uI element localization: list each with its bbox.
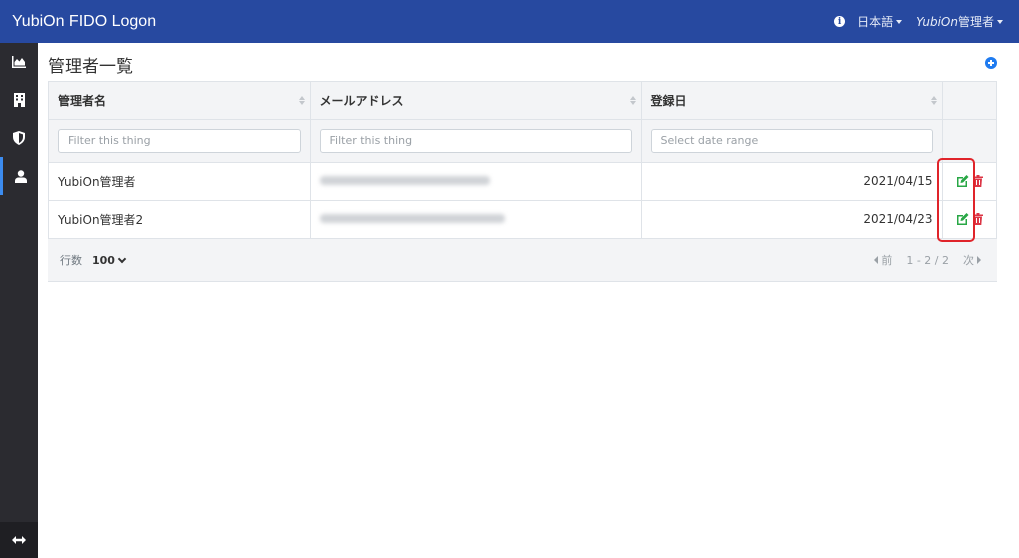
top-navbar: YubiOn FIDO Logon i 日本語 YubiOn 管理者: [0, 0, 1019, 43]
next-page-icon[interactable]: [977, 256, 981, 264]
info-icon[interactable]: i: [834, 16, 846, 27]
table-footer: 行数 100 前 1 - 2 / 2 次: [48, 238, 997, 281]
column-header-email-label: メールアドレス: [319, 93, 404, 108]
sidebar-toggle[interactable]: [0, 522, 38, 558]
email-filter-input[interactable]: [319, 128, 632, 153]
brand-title[interactable]: YubiOn FIDO Logon: [0, 13, 834, 31]
chevron-down-icon: [117, 254, 127, 263]
sidebar-item-admins[interactable]: [0, 157, 38, 195]
shield-icon: [13, 131, 25, 145]
table-row: YubiOn管理者 2021/04/15: [49, 162, 996, 201]
name-filter-input[interactable]: [58, 128, 301, 153]
sidebar-item-security[interactable]: [0, 119, 38, 157]
page-range: 1 - 2 / 2: [906, 253, 949, 267]
column-header-name[interactable]: 管理者名: [49, 82, 311, 120]
rows-per-page-label: 行数: [60, 254, 82, 267]
admin-email-cell: [310, 162, 642, 201]
column-header-email[interactable]: メールアドレス: [310, 82, 642, 120]
add-admin-icon[interactable]: [985, 57, 997, 69]
rows-per-page-value: 100: [92, 253, 115, 267]
prev-page-button[interactable]: 前: [881, 252, 892, 268]
user-name-prefix: YubiOn: [916, 14, 958, 29]
redacted-email: [319, 176, 490, 185]
caret-down-icon: [896, 19, 903, 24]
column-header-date[interactable]: 登録日: [641, 82, 943, 120]
chart-area-icon: [12, 56, 26, 68]
column-header-name-label: 管理者名: [58, 93, 107, 108]
filter-cell-email: [310, 119, 642, 163]
language-dropdown[interactable]: 日本語: [857, 13, 903, 30]
admin-name-cell: YubiOn管理者2: [49, 200, 311, 239]
sort-icon: [298, 96, 305, 106]
admin-email-cell: [310, 200, 642, 239]
page-title: 管理者一覧: [48, 57, 133, 77]
sort-icon: [629, 96, 636, 106]
admin-name-cell: YubiOn管理者: [49, 162, 311, 201]
redacted-email: [319, 214, 505, 223]
caret-down-icon: [997, 19, 1003, 24]
sidebar-item-organization[interactable]: [0, 81, 38, 119]
admin-date-cell: 2021/04/15: [641, 162, 943, 201]
rows-per-page-select[interactable]: 100: [92, 253, 127, 267]
building-icon: [13, 93, 25, 107]
admin-table: 管理者名 メールアドレス 登録日 Filter this thing Filte…: [49, 82, 996, 239]
column-header-date-label: 登録日: [650, 93, 687, 108]
pagination: 前 1 - 2 / 2 次: [874, 252, 981, 268]
language-label: 日本語: [857, 15, 894, 29]
filter-cell-date: [641, 119, 943, 163]
prev-page-icon[interactable]: [874, 256, 879, 264]
sort-icon: [930, 96, 937, 106]
navbar-right: i 日本語 YubiOn 管理者: [834, 13, 1019, 30]
user-icon: [14, 169, 27, 183]
filter-cell-name: [49, 119, 311, 163]
date-range-input[interactable]: [650, 128, 933, 153]
user-name-suffix: 管理者: [957, 15, 994, 29]
next-page-button[interactable]: 次: [963, 252, 974, 268]
filter-cell-actions: [942, 119, 996, 163]
arrows-horizontal-icon: [12, 536, 26, 544]
table-row: YubiOn管理者2 2021/04/23: [49, 200, 996, 239]
main-content: 管理者一覧 管理者名 メールアドレス 登録日 Filter this thing…: [38, 43, 1019, 558]
sidebar: [0, 43, 38, 558]
actions-highlight-box: [937, 158, 975, 242]
sidebar-item-dashboard[interactable]: [0, 43, 38, 81]
user-dropdown[interactable]: YubiOn 管理者: [916, 13, 1003, 30]
column-header-actions: [942, 82, 996, 120]
admin-date-cell: 2021/04/23: [641, 200, 943, 239]
